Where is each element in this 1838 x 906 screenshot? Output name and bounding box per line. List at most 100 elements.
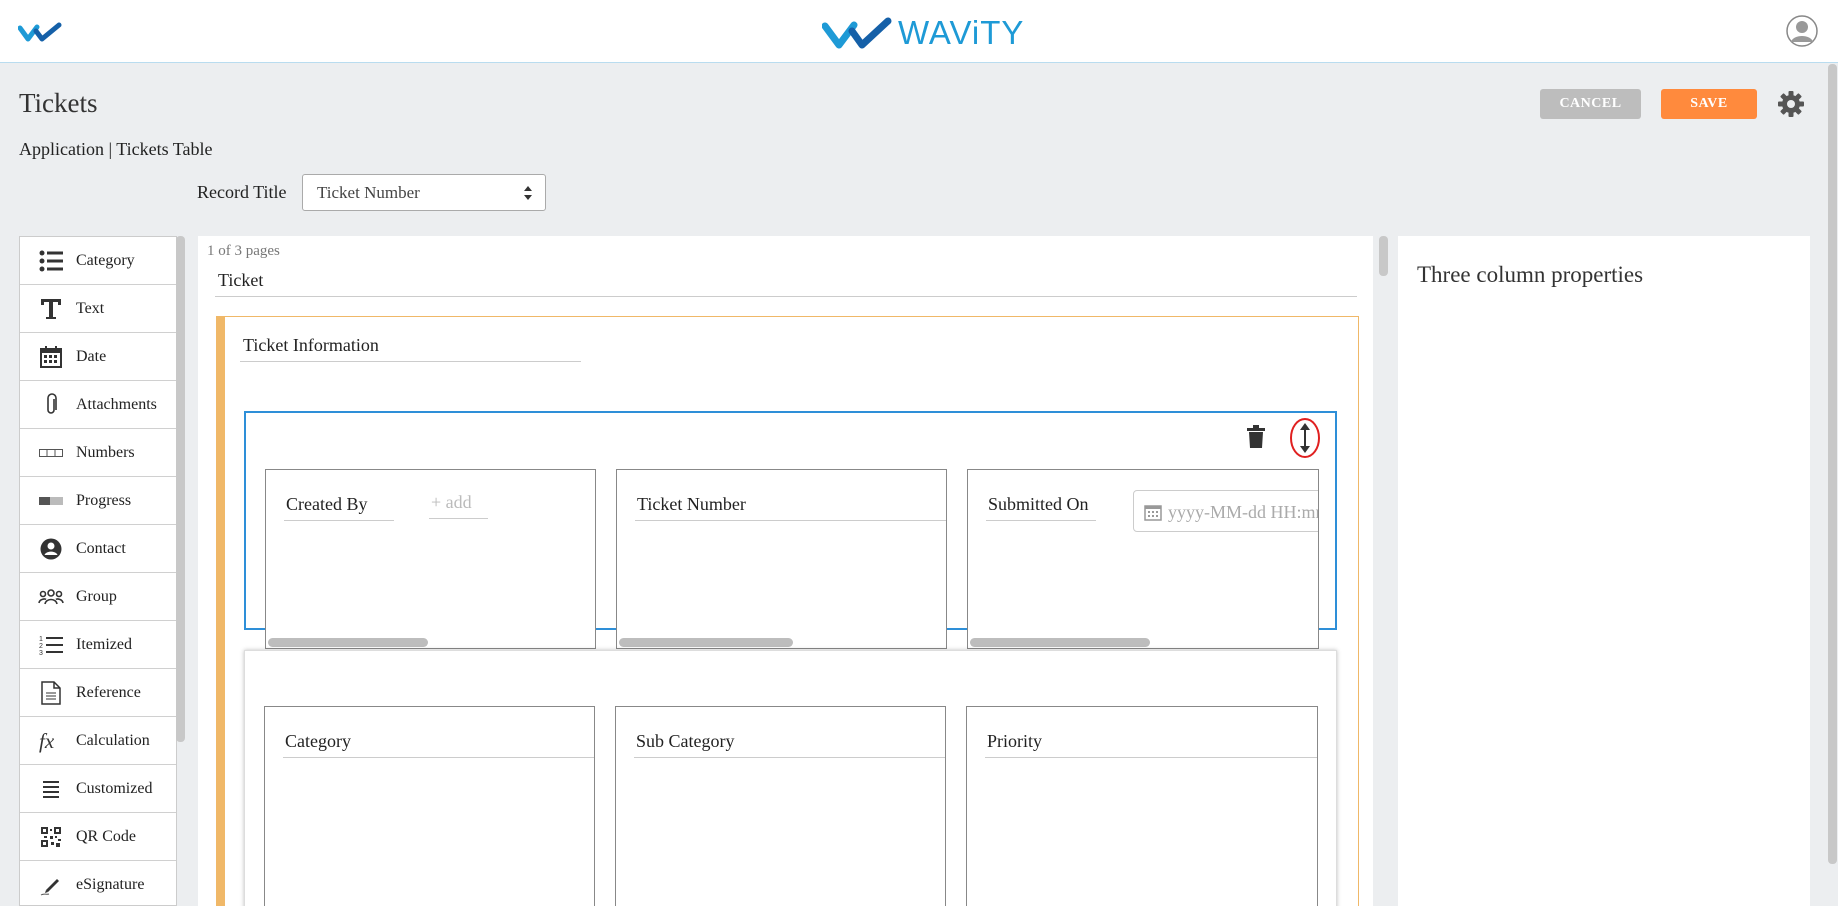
add-link[interactable]: + add xyxy=(431,492,472,513)
page-name[interactable]: Ticket xyxy=(218,270,263,291)
palette-item-label: Numbers xyxy=(76,443,135,461)
svg-text:fx: fx xyxy=(39,729,55,753)
svg-text:2: 2 xyxy=(39,643,43,650)
field-label[interactable]: Sub Category xyxy=(636,731,735,752)
trash-icon[interactable] xyxy=(1246,425,1266,449)
palette-item-reference[interactable]: Reference xyxy=(20,669,176,717)
palette-item-label: Group xyxy=(76,587,117,605)
palette-item-qr-code[interactable]: QR Code xyxy=(20,813,176,861)
wavity-checkmarks-icon xyxy=(822,17,892,49)
group-icon xyxy=(38,588,64,604)
palette-item-label: Customized xyxy=(76,779,153,797)
section-title[interactable]: Ticket Information xyxy=(243,335,379,356)
column-submitted-on[interactable]: Submitted On yyyy-MM-dd HH:mm xyxy=(967,469,1319,649)
palette-item-label: Itemized xyxy=(76,635,132,653)
palette-item-date[interactable]: Date xyxy=(20,333,176,381)
top-bar: WAViTY xyxy=(0,0,1838,63)
divider xyxy=(215,296,1357,297)
column-scrollbar[interactable] xyxy=(268,638,428,647)
sort-arrows-icon xyxy=(524,186,532,200)
svg-text:1: 1 xyxy=(39,636,43,643)
properties-title: Three column properties xyxy=(1417,262,1644,287)
number-box-icon xyxy=(39,448,63,457)
column-scrollbar[interactable] xyxy=(970,638,1150,647)
canvas-scrollbar[interactable] xyxy=(1379,236,1388,276)
field-label[interactable]: Ticket Number xyxy=(637,494,746,515)
wavity-logo-icon[interactable] xyxy=(18,22,64,42)
properties-panel: Three column properties xyxy=(1398,236,1810,906)
three-column-row-selected[interactable]: Created By + add Ticket Number Submitted… xyxy=(244,411,1337,649)
page-scrollbar[interactable] xyxy=(1828,64,1837,864)
divider xyxy=(429,518,488,519)
three-column-row[interactable]: Category Sub Category Priority xyxy=(244,650,1337,906)
column-ticket-number[interactable]: Ticket Number xyxy=(616,469,947,649)
column-created-by[interactable]: Created By + add xyxy=(265,469,596,649)
breadcrumb: Application | Tickets Table xyxy=(19,139,213,159)
divider xyxy=(985,757,1317,758)
document-icon xyxy=(41,680,61,705)
palette-item-contact[interactable]: Contact xyxy=(20,525,176,573)
text-t-icon xyxy=(41,298,61,319)
list-icon xyxy=(39,250,63,271)
palette-item-numbers[interactable]: Numbers xyxy=(20,429,176,477)
palette-item-label: Attachments xyxy=(76,395,157,413)
record-title-value: Ticket Number xyxy=(317,183,420,202)
gear-icon[interactable] xyxy=(1776,89,1806,119)
palette-item-group[interactable]: Group xyxy=(20,573,176,621)
palette-item-label: Date xyxy=(76,347,107,365)
record-title-select[interactable]: Ticket Number xyxy=(302,174,546,211)
divider xyxy=(240,361,581,362)
palette-item-customized[interactable]: Customized xyxy=(20,765,176,813)
palette-item-label: Text xyxy=(76,299,105,317)
palette-item-text[interactable]: Text xyxy=(20,285,176,333)
calendar-icon xyxy=(40,345,62,368)
field-label[interactable]: Created By xyxy=(286,494,367,515)
palette-item-progress[interactable]: Progress xyxy=(20,477,176,525)
progress-bar-icon xyxy=(39,496,63,505)
field-label[interactable]: Submitted On xyxy=(988,494,1098,515)
field-label[interactable]: Priority xyxy=(987,731,1042,752)
column-scrollbar[interactable] xyxy=(619,638,793,647)
palette-item-itemized[interactable]: 123 Itemized xyxy=(20,621,176,669)
form-canvas: 1 of 3 pages Ticket Ticket Information C… xyxy=(198,236,1373,906)
cancel-button[interactable]: CANCEL xyxy=(1540,89,1641,119)
palette-item-calculation[interactable]: fx Calculation xyxy=(20,717,176,765)
palette-item-esignature[interactable]: eSignature xyxy=(20,861,176,905)
field-palette: Category Text Date Attachments Numbers P… xyxy=(19,236,177,906)
column-sub-category[interactable]: Sub Category xyxy=(615,706,946,906)
palette-item-label: Reference xyxy=(76,683,141,701)
svg-text:3: 3 xyxy=(39,650,43,656)
column-category[interactable]: Category xyxy=(264,706,595,906)
palette-item-label: Calculation xyxy=(76,731,150,749)
page-title: Tickets xyxy=(19,88,98,118)
brand-logo: WAViTY xyxy=(822,14,1024,52)
record-title-label: Record Title xyxy=(197,182,287,202)
palette-scrollbar[interactable] xyxy=(176,236,185,742)
divider xyxy=(634,757,945,758)
date-time-input[interactable]: yyyy-MM-dd HH:mm xyxy=(1133,490,1319,532)
palette-item-attachments[interactable]: Attachments xyxy=(20,381,176,429)
qr-code-icon xyxy=(41,826,61,847)
palette-item-category[interactable]: Category xyxy=(20,237,176,285)
date-placeholder: yyyy-MM-dd HH:mm xyxy=(1168,502,1319,522)
field-label[interactable]: Category xyxy=(285,731,351,752)
palette-item-label: Progress xyxy=(76,491,132,509)
divider xyxy=(635,520,946,521)
user-avatar-icon[interactable] xyxy=(1786,15,1818,47)
contact-icon xyxy=(40,538,62,559)
divider xyxy=(986,520,1096,521)
save-button[interactable]: SAVE xyxy=(1661,89,1757,119)
palette-item-label: QR Code xyxy=(76,827,136,845)
move-vertical-icon[interactable] xyxy=(1289,417,1321,459)
palette-item-label: Category xyxy=(76,251,135,269)
palette-item-label: Contact xyxy=(76,539,126,557)
pen-icon xyxy=(40,878,59,895)
lines-icon xyxy=(43,780,59,798)
column-priority[interactable]: Priority xyxy=(966,706,1318,906)
divider xyxy=(284,520,394,521)
divider xyxy=(283,757,594,758)
paperclip-icon xyxy=(47,392,57,414)
fx-icon: fx xyxy=(39,729,55,753)
brand-name: WAViTY xyxy=(898,14,1025,51)
form-section[interactable]: Ticket Information Created By + add Tick… xyxy=(216,316,1359,906)
